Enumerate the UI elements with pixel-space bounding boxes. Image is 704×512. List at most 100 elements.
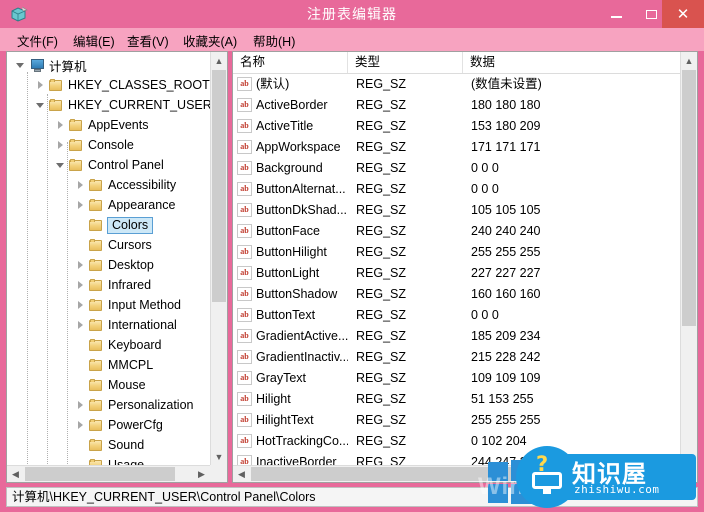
chevron-right-icon[interactable]: [75, 200, 86, 211]
list-horizontal-scrollbar[interactable]: ◀ ▶: [233, 465, 680, 482]
tree-item-cursors[interactable]: Cursors: [7, 235, 211, 255]
value-data-cell: 171 171 171: [471, 140, 541, 154]
folder-icon: [89, 238, 104, 252]
list-horizontal-thumb[interactable]: [251, 467, 661, 481]
table-row[interactable]: ab ButtonText REG_SZ 0 0 0: [233, 305, 680, 326]
value-type-cell: REG_SZ: [356, 182, 407, 196]
tree-item-keyboard[interactable]: Keyboard: [7, 335, 211, 355]
table-row[interactable]: ab HilightText REG_SZ 255 255 255: [233, 410, 680, 431]
table-row[interactable]: ab ButtonFace REG_SZ 240 240 240: [233, 221, 680, 242]
chevron-down-icon[interactable]: [35, 100, 46, 111]
list-scroll-left-icon[interactable]: ◀: [233, 466, 250, 482]
menu-item-3[interactable]: 收藏夹(A): [180, 31, 240, 49]
tree-item-personalization[interactable]: Personalization: [7, 395, 211, 415]
menu-item-4[interactable]: 帮助(H): [250, 31, 298, 49]
chevron-right-icon[interactable]: [55, 140, 66, 151]
tree-item--[interactable]: 计算机: [7, 55, 211, 75]
value-type-cell: REG_SZ: [356, 98, 407, 112]
menu-bar: 文件(F) 编辑(E) 查看(V) 收藏夹(A) 帮助(H): [0, 28, 704, 51]
tree-item-label: AppEvents: [88, 118, 149, 132]
table-row[interactable]: ab AppWorkspace REG_SZ 171 171 171: [233, 137, 680, 158]
registry-values-list[interactable]: ab (默认) REG_SZ (数值未设置) ab ActiveBorder REG_SZ 1…: [233, 74, 680, 465]
tree-horizontal-scrollbar[interactable]: ◀ ▶: [7, 465, 210, 482]
column-header-2[interactable]: 数据: [463, 52, 682, 73]
chevron-right-icon[interactable]: [75, 180, 86, 191]
list-scroll-right-icon[interactable]: ▶: [663, 466, 680, 482]
chevron-right-icon[interactable]: [55, 120, 66, 131]
tree-scroll-left-icon[interactable]: ◀: [7, 466, 24, 482]
tree-item-mmcpl[interactable]: MMCPL: [7, 355, 211, 375]
chevron-right-icon[interactable]: [75, 300, 86, 311]
tree-item-powercfg[interactable]: PowerCfg: [7, 415, 211, 435]
minimize-button[interactable]: [599, 0, 634, 28]
table-row[interactable]: ab Hilight REG_SZ 51 153 255: [233, 389, 680, 410]
table-row[interactable]: ab ActiveTitle REG_SZ 153 180 209: [233, 116, 680, 137]
tree-item-international[interactable]: International: [7, 315, 211, 335]
table-row[interactable]: ab ActiveBorder REG_SZ 180 180 180: [233, 95, 680, 116]
table-row[interactable]: ab GradientActive... REG_SZ 185 209 234: [233, 326, 680, 347]
tree-item-label: HKEY_CURRENT_USER: [68, 98, 211, 112]
value-data-cell: 215 228 242: [471, 350, 541, 364]
folder-icon: [89, 338, 104, 352]
registry-tree[interactable]: 计算机 HKEY_CLASSES_ROOT HKEY_CURRENT_USER App…: [7, 52, 211, 466]
value-name-cell: HotTrackingCo...: [256, 434, 348, 448]
chevron-right-icon[interactable]: [75, 400, 86, 411]
tree-item-colors[interactable]: Colors: [7, 215, 211, 235]
chevron-right-icon[interactable]: [75, 420, 86, 431]
list-scroll-down-icon[interactable]: ▼: [681, 448, 697, 465]
list-scroll-up-icon[interactable]: ▲: [681, 52, 697, 69]
tree-item-label: Infrared: [108, 278, 152, 292]
chevron-down-icon[interactable]: [15, 60, 26, 71]
column-header-0[interactable]: 名称: [233, 52, 348, 73]
tree-item-infrared[interactable]: Infrared: [7, 275, 211, 295]
table-row[interactable]: ab InactiveBorder REG_SZ 244 247 252: [233, 452, 680, 465]
column-header-1[interactable]: 类型: [348, 52, 463, 73]
tree-scroll-up-icon[interactable]: ▲: [211, 52, 227, 69]
tree-item-mouse[interactable]: Mouse: [7, 375, 211, 395]
table-row[interactable]: ab ButtonAlternat... REG_SZ 0 0 0: [233, 179, 680, 200]
menu-item-1[interactable]: 编辑(E): [70, 31, 118, 49]
chevron-right-icon[interactable]: [75, 320, 86, 331]
value-type-cell: REG_SZ: [356, 77, 407, 91]
tree-item-console[interactable]: Console: [7, 135, 211, 155]
table-row[interactable]: ab (默认) REG_SZ (数值未设置): [233, 74, 680, 95]
tree-item-appevents[interactable]: AppEvents: [7, 115, 211, 135]
folder-icon: [69, 138, 84, 152]
tree-item-label: MMCPL: [108, 358, 154, 372]
chevron-right-icon[interactable]: [75, 260, 86, 271]
tree-horizontal-thumb[interactable]: [25, 467, 175, 481]
chevron-down-icon[interactable]: [55, 160, 66, 171]
table-row[interactable]: ab ButtonShadow REG_SZ 160 160 160: [233, 284, 680, 305]
table-row[interactable]: ab GrayText REG_SZ 109 109 109: [233, 368, 680, 389]
tree-item-accessibility[interactable]: Accessibility: [7, 175, 211, 195]
menu-item-2[interactable]: 查看(V): [124, 31, 172, 49]
list-vertical-thumb[interactable]: [682, 70, 696, 326]
table-row[interactable]: ab GradientInactiv... REG_SZ 215 228 242: [233, 347, 680, 368]
value-data-cell: 153 180 209: [471, 119, 541, 133]
tree-scroll-right-icon[interactable]: ▶: [193, 466, 210, 482]
table-row[interactable]: ab ButtonDkShad... REG_SZ 105 105 105: [233, 200, 680, 221]
tree-item-label: Sound: [108, 438, 145, 452]
table-row[interactable]: ab ButtonLight REG_SZ 227 227 227: [233, 263, 680, 284]
tree-scroll-down-icon[interactable]: ▼: [211, 448, 227, 465]
table-row[interactable]: ab ButtonHilight REG_SZ 255 255 255: [233, 242, 680, 263]
tree-item-hkey-current-user[interactable]: HKEY_CURRENT_USER: [7, 95, 211, 115]
tree-vertical-thumb[interactable]: [212, 70, 226, 302]
value-name-cell: ActiveBorder: [256, 98, 328, 112]
chevron-right-icon[interactable]: [75, 280, 86, 291]
tree-item-hkey-classes-root[interactable]: HKEY_CLASSES_ROOT: [7, 75, 211, 95]
table-row[interactable]: ab Background REG_SZ 0 0 0: [233, 158, 680, 179]
close-button[interactable]: ✕: [662, 0, 704, 28]
tree-item-sound[interactable]: Sound: [7, 435, 211, 455]
value-type-cell: REG_SZ: [356, 371, 407, 385]
tree-item-input-method[interactable]: Input Method: [7, 295, 211, 315]
folder-icon: [89, 218, 104, 232]
chevron-right-icon[interactable]: [35, 80, 46, 91]
tree-item-control-panel[interactable]: Control Panel: [7, 155, 211, 175]
tree-item-appearance[interactable]: Appearance: [7, 195, 211, 215]
tree-vertical-scrollbar[interactable]: ▲ ▼: [210, 52, 227, 465]
tree-item-desktop[interactable]: Desktop: [7, 255, 211, 275]
list-vertical-scrollbar[interactable]: ▲ ▼: [680, 52, 697, 465]
table-row[interactable]: ab HotTrackingCo... REG_SZ 0 102 204: [233, 431, 680, 452]
menu-item-0[interactable]: 文件(F): [14, 31, 61, 49]
